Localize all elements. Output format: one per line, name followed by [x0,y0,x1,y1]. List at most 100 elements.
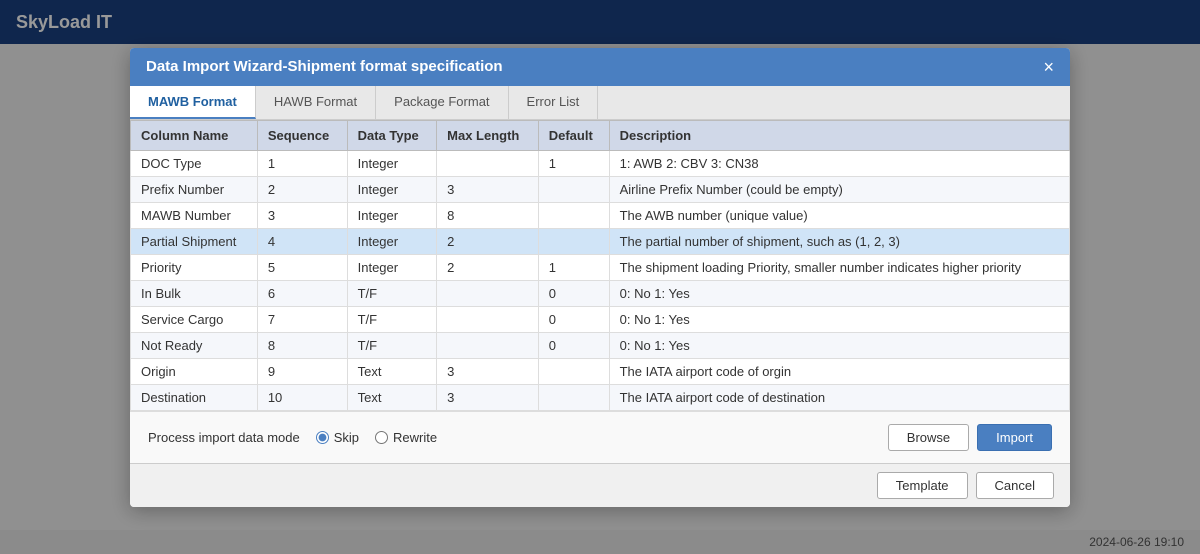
radio-skip-text: Skip [334,430,359,445]
table-cell-1-4 [538,176,609,202]
table-body: DOC Type1Integer11: AWB 2: CBV 3: CN38Pr… [131,150,1070,410]
table-cell-3-0: Partial Shipment [131,228,258,254]
radio-skip-label[interactable]: Skip [316,430,359,445]
table-cell-5-4: 0 [538,280,609,306]
table-cell-1-5: Airline Prefix Number (could be empty) [609,176,1069,202]
table-cell-9-2: Text [347,384,437,410]
table-cell-4-4: 1 [538,254,609,280]
table-cell-0-3 [437,150,539,176]
table-cell-4-1: 5 [257,254,347,280]
table-cell-8-0: Origin [131,358,258,384]
table-cell-0-4: 1 [538,150,609,176]
table-row: In Bulk6T/F 00: No 1: Yes [131,280,1070,306]
table-cell-8-1: 9 [257,358,347,384]
table-cell-5-5: 0: No 1: Yes [609,280,1069,306]
import-btn-group: Browse Import [888,424,1052,451]
table-cell-4-0: Priority [131,254,258,280]
table-cell-2-5: The AWB number (unique value) [609,202,1069,228]
table-cell-7-0: Not Ready [131,332,258,358]
table-cell-8-5: The IATA airport code of orgin [609,358,1069,384]
col-header-sequence: Sequence [257,120,347,150]
table-cell-6-3 [437,306,539,332]
table-cell-0-0: DOC Type [131,150,258,176]
tab-hawb-format[interactable]: HAWB Format [256,86,376,119]
format-table: Column Name Sequence Data Type Max Lengt… [130,120,1070,411]
table-row: Priority5Integer21The shipment loading P… [131,254,1070,280]
table-row: Partial Shipment4Integer2The partial num… [131,228,1070,254]
table-cell-3-2: Integer [347,228,437,254]
table-header-row: Column Name Sequence Data Type Max Lengt… [131,120,1070,150]
table-cell-7-3 [437,332,539,358]
radio-rewrite-label[interactable]: Rewrite [375,430,437,445]
table-cell-2-3: 8 [437,202,539,228]
cancel-button[interactable]: Cancel [976,472,1054,499]
tab-mawb-format[interactable]: MAWB Format [130,86,256,119]
table-cell-7-2: T/F [347,332,437,358]
table-cell-2-2: Integer [347,202,437,228]
table-cell-9-5: The IATA airport code of destination [609,384,1069,410]
modal: Data Import Wizard-Shipment format speci… [130,48,1070,507]
table-cell-6-4: 0 [538,306,609,332]
radio-group: Skip Rewrite [316,430,437,445]
tab-bar: MAWB Format HAWB Format Package Format E… [130,86,1070,120]
table-cell-7-5: 0: No 1: Yes [609,332,1069,358]
table-cell-2-1: 3 [257,202,347,228]
browse-button[interactable]: Browse [888,424,969,451]
table-cell-5-2: T/F [347,280,437,306]
import-button[interactable]: Import [977,424,1052,451]
table-cell-8-2: Text [347,358,437,384]
table-cell-5-3 [437,280,539,306]
table-cell-9-0: Destination [131,384,258,410]
col-header-name: Column Name [131,120,258,150]
radio-skip[interactable] [316,431,329,444]
radio-rewrite[interactable] [375,431,388,444]
table-cell-4-5: The shipment loading Priority, smaller n… [609,254,1069,280]
modal-footer: Template Cancel [130,463,1070,507]
import-footer: Process import data mode Skip Rewrite Br… [130,411,1070,463]
table-row: Destination10Text3 The IATA airport code … [131,384,1070,410]
table-row: Prefix Number2Integer3Airline Prefix Num… [131,176,1070,202]
table-cell-0-5: 1: AWB 2: CBV 3: CN38 [609,150,1069,176]
table-cell-1-2: Integer [347,176,437,202]
table-cell-5-0: In Bulk [131,280,258,306]
modal-title: Data Import Wizard-Shipment format speci… [146,58,503,75]
col-header-datatype: Data Type [347,120,437,150]
table-cell-3-4 [538,228,609,254]
table-cell-0-1: 1 [257,150,347,176]
table-cell-2-0: MAWB Number [131,202,258,228]
table-row: Service Cargo7T/F 00: No 1: Yes [131,306,1070,332]
modal-close-button[interactable]: × [1043,58,1054,76]
table-cell-2-4 [538,202,609,228]
table-cell-9-3: 3 [437,384,539,410]
modal-overlay: Data Import Wizard-Shipment format speci… [0,0,1200,554]
table-row: Not Ready8T/F 00: No 1: Yes [131,332,1070,358]
table-cell-6-5: 0: No 1: Yes [609,306,1069,332]
table-cell-3-1: 4 [257,228,347,254]
template-button[interactable]: Template [877,472,968,499]
table-cell-8-3: 3 [437,358,539,384]
tab-package-format[interactable]: Package Format [376,86,508,119]
table-cell-6-0: Service Cargo [131,306,258,332]
table-container: Column Name Sequence Data Type Max Lengt… [130,120,1070,411]
tab-error-list[interactable]: Error List [509,86,599,119]
col-header-description: Description [609,120,1069,150]
modal-header: Data Import Wizard-Shipment format speci… [130,48,1070,86]
col-header-default: Default [538,120,609,150]
table-cell-4-2: Integer [347,254,437,280]
table-row: MAWB Number3Integer8 The AWB number (uniq… [131,202,1070,228]
table-cell-6-1: 7 [257,306,347,332]
table-cell-6-2: T/F [347,306,437,332]
radio-rewrite-text: Rewrite [393,430,437,445]
table-cell-7-4: 0 [538,332,609,358]
table-row: Origin9Text3 The IATA airport code of org… [131,358,1070,384]
table-cell-1-0: Prefix Number [131,176,258,202]
table-cell-7-1: 8 [257,332,347,358]
import-mode-label: Process import data mode [148,430,300,445]
table-row: DOC Type1Integer11: AWB 2: CBV 3: CN38 [131,150,1070,176]
table-cell-5-1: 6 [257,280,347,306]
table-cell-9-4 [538,384,609,410]
table-cell-0-2: Integer [347,150,437,176]
table-cell-1-1: 2 [257,176,347,202]
table-cell-9-1: 10 [257,384,347,410]
table-cell-3-5: The partial number of shipment, such as … [609,228,1069,254]
